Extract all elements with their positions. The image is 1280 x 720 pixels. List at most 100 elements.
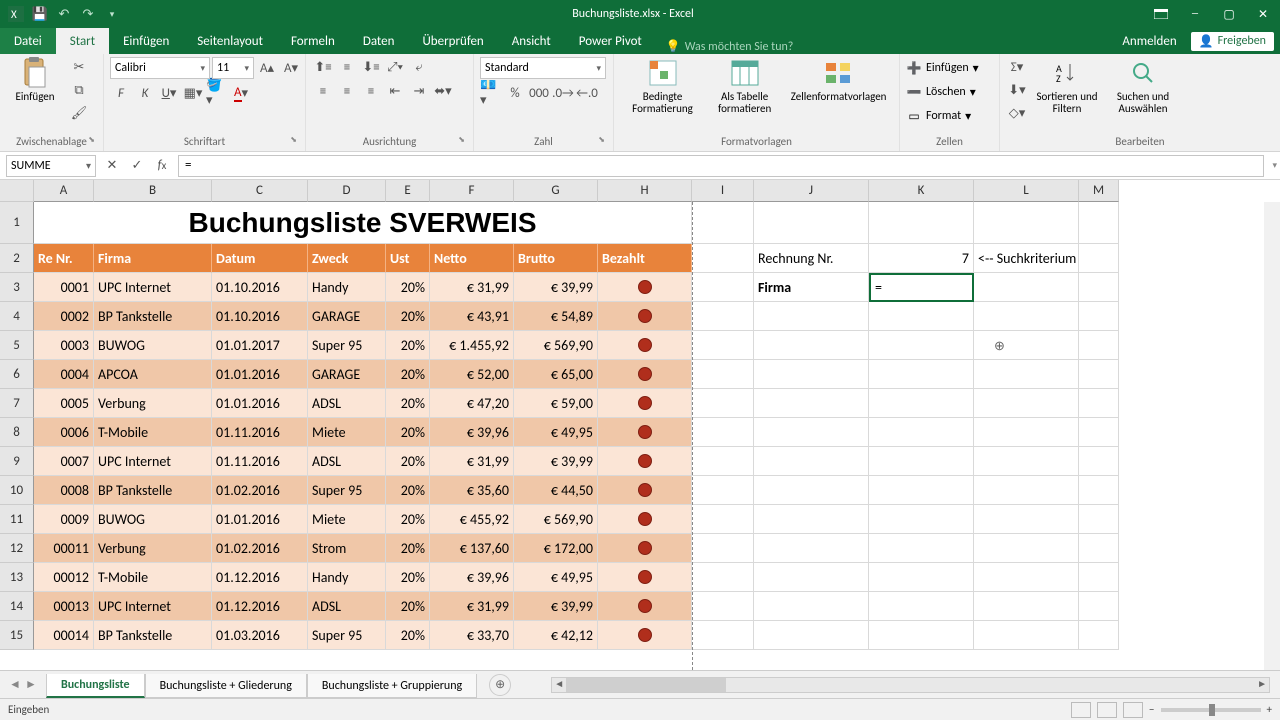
cell[interactable]: 0004 xyxy=(34,360,94,389)
cell[interactable]: € 172,00 xyxy=(514,534,598,563)
cell[interactable]: Firma xyxy=(94,244,212,273)
cell[interactable] xyxy=(598,389,692,418)
cell[interactable] xyxy=(692,476,754,505)
cell[interactable] xyxy=(974,447,1079,476)
cell[interactable] xyxy=(1079,389,1119,418)
cell[interactable]: Handy xyxy=(308,563,386,592)
cell[interactable] xyxy=(754,621,869,650)
tab-data[interactable]: Daten xyxy=(349,28,409,54)
cell[interactable] xyxy=(1079,302,1119,331)
column-header[interactable]: F xyxy=(430,180,514,202)
cell[interactable] xyxy=(692,360,754,389)
page-break-view-icon[interactable] xyxy=(1123,702,1143,718)
cell[interactable]: GARAGE xyxy=(308,302,386,331)
copy-icon[interactable]: ⧉ xyxy=(68,80,90,100)
bold-icon[interactable]: F xyxy=(110,83,132,103)
cell[interactable]: 01.10.2016 xyxy=(212,302,308,331)
align-bottom-icon[interactable]: ⬇≡ xyxy=(360,57,382,77)
cell[interactable]: € 39,99 xyxy=(514,273,598,302)
zoom-slider[interactable] xyxy=(1161,708,1261,712)
align-middle-icon[interactable]: ≡ xyxy=(336,57,358,77)
cell[interactable]: 01.12.2016 xyxy=(212,592,308,621)
row-header[interactable]: 7 xyxy=(0,389,34,418)
name-box[interactable]: SUMME xyxy=(6,155,96,177)
cell-styles-button[interactable]: Zellenformatvorlagen xyxy=(784,57,893,103)
cell[interactable]: Firma xyxy=(754,273,869,302)
column-header[interactable]: M xyxy=(1079,180,1119,202)
cell[interactable] xyxy=(598,534,692,563)
cell[interactable]: ADSL xyxy=(308,389,386,418)
cell[interactable] xyxy=(754,389,869,418)
cell[interactable] xyxy=(974,592,1079,621)
cell[interactable]: Super 95 xyxy=(308,621,386,650)
cell[interactable] xyxy=(869,389,974,418)
cell[interactable] xyxy=(692,505,754,534)
cell[interactable] xyxy=(692,389,754,418)
cell[interactable] xyxy=(692,418,754,447)
underline-icon[interactable]: U▾ xyxy=(158,83,180,103)
cell[interactable] xyxy=(869,202,974,244)
cell[interactable]: € 569,90 xyxy=(514,331,598,360)
cell[interactable] xyxy=(754,592,869,621)
fill-color-icon[interactable]: 🪣▾ xyxy=(206,83,228,103)
cell[interactable] xyxy=(754,476,869,505)
number-format-combo[interactable]: Standard xyxy=(480,57,606,79)
redo-icon[interactable]: ↷ xyxy=(78,4,98,24)
cell[interactable] xyxy=(974,202,1079,244)
cell[interactable]: 20% xyxy=(386,331,430,360)
sheet-nav-last-icon[interactable]: ► xyxy=(24,677,38,692)
cell[interactable]: BP Tankstelle xyxy=(94,621,212,650)
clear-icon[interactable]: ◇▾ xyxy=(1006,103,1028,123)
cell[interactable] xyxy=(754,534,869,563)
cell[interactable]: ADSL xyxy=(308,592,386,621)
enter-formula-icon[interactable]: ✓ xyxy=(125,155,149,177)
column-header[interactable]: H xyxy=(598,180,692,202)
column-header[interactable]: G xyxy=(514,180,598,202)
cell[interactable]: € 31,99 xyxy=(430,592,514,621)
row-header[interactable]: 2 xyxy=(0,244,34,273)
cell[interactable]: € 39,99 xyxy=(514,592,598,621)
cell[interactable] xyxy=(974,331,1079,360)
cell[interactable]: 01.01.2017 xyxy=(212,331,308,360)
expand-formula-icon[interactable]: ▾ xyxy=(1272,160,1277,171)
decrease-decimal-icon[interactable]: ←.0 xyxy=(576,83,598,103)
cell[interactable]: € 39,96 xyxy=(430,563,514,592)
cell[interactable]: 0006 xyxy=(34,418,94,447)
cell[interactable]: € 42,12 xyxy=(514,621,598,650)
italic-icon[interactable]: K xyxy=(134,83,156,103)
cell[interactable]: € 43,91 xyxy=(430,302,514,331)
cell[interactable]: € 49,95 xyxy=(514,563,598,592)
align-left-icon[interactable]: ≡ xyxy=(312,81,334,101)
sheet-nav-first-icon[interactable]: ◄ xyxy=(8,677,22,692)
wrap-text-icon[interactable]: ⤶ xyxy=(408,57,430,77)
cell[interactable]: 0002 xyxy=(34,302,94,331)
maximize-icon[interactable]: ▢ xyxy=(1212,0,1246,28)
zoom-in-icon[interactable]: + xyxy=(1267,703,1272,716)
cell[interactable]: € 44,50 xyxy=(514,476,598,505)
row-header[interactable]: 13 xyxy=(0,563,34,592)
cell[interactable] xyxy=(1079,592,1119,621)
increase-font-icon[interactable]: A▴ xyxy=(256,58,278,78)
ribbon-options-icon[interactable] xyxy=(1144,0,1178,28)
cell[interactable]: € 49,95 xyxy=(514,418,598,447)
cell[interactable]: € 39,99 xyxy=(514,447,598,476)
cell[interactable] xyxy=(1079,505,1119,534)
cell[interactable] xyxy=(1079,534,1119,563)
cell[interactable] xyxy=(754,202,869,244)
cell[interactable] xyxy=(598,563,692,592)
cell[interactable]: APCOA xyxy=(94,360,212,389)
tab-home[interactable]: Start xyxy=(56,28,109,54)
cell[interactable] xyxy=(692,621,754,650)
cell[interactable]: 20% xyxy=(386,534,430,563)
column-header[interactable]: E xyxy=(386,180,430,202)
cell[interactable] xyxy=(692,447,754,476)
row-header[interactable]: 4 xyxy=(0,302,34,331)
cell[interactable] xyxy=(692,273,754,302)
cell[interactable]: Rechnung Nr. xyxy=(754,244,869,273)
sort-filter-button[interactable]: AZ Sortieren und Filtern xyxy=(1032,57,1102,115)
cell[interactable] xyxy=(692,244,754,273)
cell[interactable]: 0003 xyxy=(34,331,94,360)
cell[interactable] xyxy=(974,273,1079,302)
cell[interactable]: Verbung xyxy=(94,389,212,418)
cell[interactable]: Re Nr. xyxy=(34,244,94,273)
